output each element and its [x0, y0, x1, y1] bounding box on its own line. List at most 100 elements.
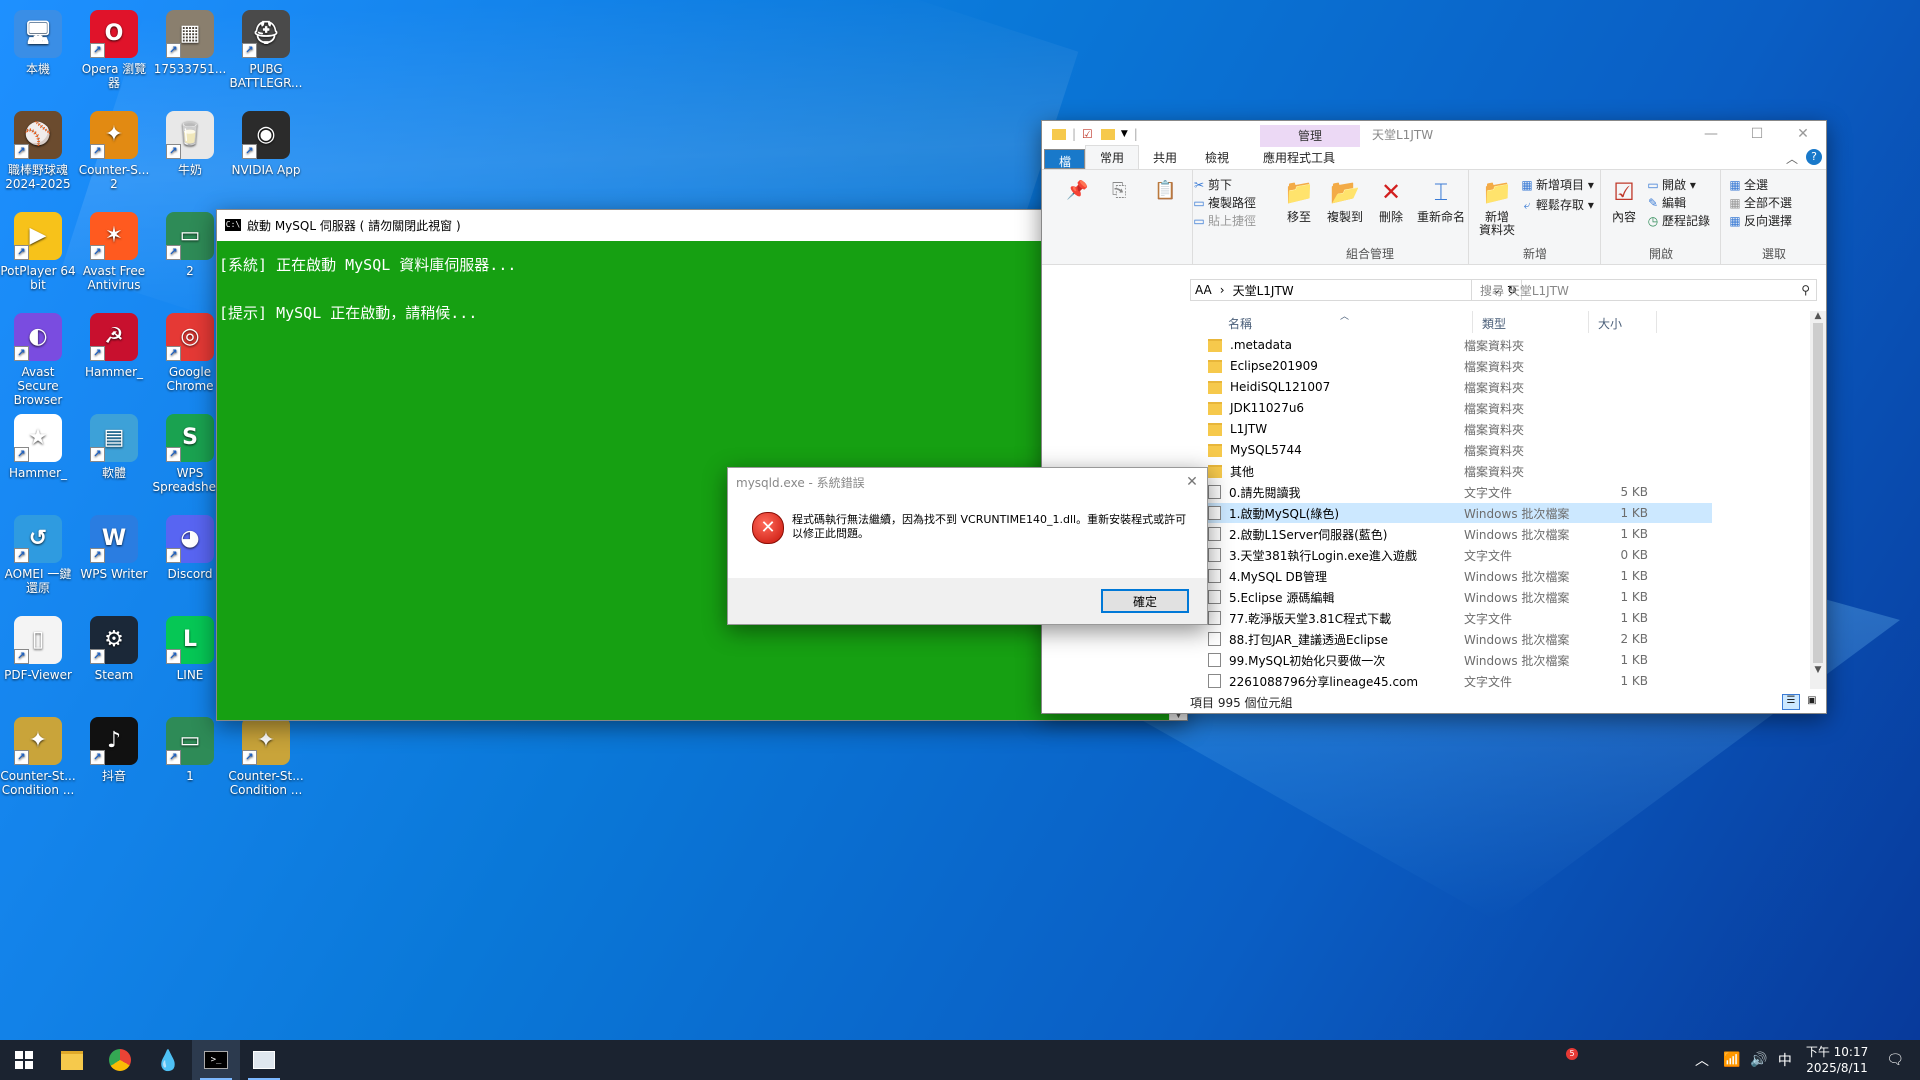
file-row[interactable]: 1.啟動MySQL(綠色) Windows 批次檔案 1 KB — [1202, 503, 1712, 523]
copy-path-button[interactable]: ▭ 複製路徑 — [1192, 194, 1256, 211]
maximize-button[interactable]: ☐ — [1734, 119, 1780, 149]
tab-home[interactable]: 常用 — [1085, 145, 1140, 169]
show-hidden-icons-chevron-icon[interactable]: ︿ — [1695, 1050, 1709, 1070]
desktop-icon[interactable]: ☭ ↗ Hammer_ — [76, 313, 152, 379]
desktop-icon[interactable]: ⚙ ↗ Steam — [76, 616, 152, 682]
desktop-icon[interactable]: 🖥 本機 — [0, 10, 76, 76]
app-drop-taskbar-button[interactable]: 💧 — [144, 1040, 192, 1080]
desktop-icon[interactable]: ✦ ↗ Counter-St... Condition ... — [0, 717, 76, 797]
quick-access-folder-icon[interactable] — [1052, 128, 1066, 140]
properties-check-icon[interactable]: ☑ — [1082, 127, 1093, 141]
desktop-icon[interactable]: ▭ ↗ 1 — [152, 717, 228, 783]
chrome-taskbar-button[interactable] — [96, 1040, 144, 1080]
column-size[interactable]: 大小 — [1598, 315, 1622, 332]
file-list-scrollbar[interactable]: ▲ ▼ — [1810, 311, 1826, 689]
explorer-titlebar[interactable]: | ☑ ▼ | 管理 天堂L1JTW — ☐ ✕ — [1042, 121, 1826, 147]
file-row[interactable]: 4.MySQL DB管理 Windows 批次檔案 1 KB — [1202, 566, 1712, 586]
history-button[interactable]: ◷ 歷程記錄 — [1646, 212, 1710, 229]
customize-qa-chevron-icon[interactable]: ▼ — [1121, 129, 1128, 139]
desktop-icon[interactable]: ▤ ↗ 軟體 — [76, 414, 152, 480]
address-parent[interactable]: AA — [1195, 283, 1212, 297]
desktop-icon[interactable]: ⚾ ↗ 職棒野球魂 2024-2025 — [0, 111, 76, 191]
file-row[interactable]: MySQL5744 檔案資料夾 — [1202, 440, 1712, 460]
paste-shortcut-button[interactable]: ▭ 貼上捷徑 — [1192, 212, 1256, 229]
file-row[interactable]: 77.乾淨版天堂3.81C程式下載 文字文件 1 KB — [1202, 608, 1712, 628]
desktop-icon[interactable]: ↺ ↗ AOMEI 一鍵還原 — [0, 515, 76, 595]
desktop-icon[interactable]: ⛑ ↗ PUBG BATTLEGR... — [228, 10, 304, 90]
search-box[interactable]: 搜尋 天堂L1JTW ⚲ — [1471, 279, 1817, 301]
rename-button[interactable]: ⌶ 重新命名 — [1414, 176, 1468, 224]
new-folder-qa-icon[interactable] — [1100, 128, 1115, 140]
volume-icon[interactable]: 🔊 — [1750, 1052, 1767, 1068]
cut-button[interactable]: ✂ 剪下 — [1192, 176, 1232, 193]
tab-view[interactable]: 檢視 — [1191, 146, 1243, 169]
desktop-icon[interactable]: ♪ ↗ 抖音 — [76, 717, 152, 783]
desktop-icon[interactable]: ◐ ↗ Avast Secure Browser — [0, 313, 76, 407]
network-icon[interactable]: 📶 — [1723, 1052, 1740, 1068]
file-row[interactable]: .metadata 檔案資料夾 — [1202, 335, 1712, 355]
column-name[interactable]: 名稱 — [1228, 315, 1252, 332]
file-row[interactable]: 99.MySQL初始化只要做一次 Windows 批次檔案 1 KB — [1202, 650, 1712, 670]
ok-button[interactable]: 確定 — [1101, 589, 1189, 613]
collapse-ribbon-icon[interactable]: ︿ — [1786, 150, 1798, 167]
desktop-icon[interactable]: ✦ ↗ Counter-St... Condition ... — [228, 717, 304, 797]
desktop-icon[interactable]: ▯ ↗ PDF-Viewer — [0, 616, 76, 682]
desktop-icon[interactable]: ◉ ↗ NVIDIA App — [228, 111, 304, 177]
tab-file[interactable]: 檔案 — [1044, 149, 1085, 186]
file-explorer-taskbar-button[interactable] — [48, 1040, 96, 1080]
select-none-button[interactable]: ▦ 全部不選 — [1728, 194, 1792, 211]
desktop-icon[interactable]: ▶ ↗ PotPlayer 64 bit — [0, 212, 76, 292]
notification-badge[interactable]: 5 — [1566, 1048, 1578, 1060]
file-row[interactable]: 88.打包JAR_建議透過Eclipse Windows 批次檔案 2 KB — [1202, 629, 1712, 649]
dialog-titlebar[interactable]: mysqld.exe - 系統錯誤 ✕ — [728, 468, 1207, 496]
scroll-thumb[interactable] — [1813, 323, 1823, 663]
edit-button[interactable]: ✎ 編輯 — [1646, 194, 1686, 211]
start-button[interactable] — [0, 1040, 48, 1080]
clock[interactable]: 下午 10:17 2025/8/11 — [1806, 1044, 1868, 1076]
tab-app-tools[interactable]: 應用程式工具 — [1249, 146, 1349, 169]
scroll-up-arrow-icon[interactable]: ▲ — [1810, 311, 1826, 321]
action-center-icon[interactable]: 🗨 — [1886, 1052, 1904, 1068]
file-row[interactable]: 其他 檔案資料夾 — [1202, 461, 1712, 481]
address-current[interactable]: 天堂L1JTW — [1233, 282, 1294, 299]
search-input[interactable]: 搜尋 天堂L1JTW — [1480, 282, 1801, 299]
help-icon[interactable]: ? — [1806, 149, 1822, 165]
invert-selection-button[interactable]: ▦ 反向選擇 — [1728, 212, 1792, 229]
scroll-down-arrow-icon[interactable]: ▼ — [1810, 665, 1826, 675]
properties-button[interactable]: ☑ 內容 — [1604, 176, 1644, 224]
select-all-button[interactable]: ▦ 全選 — [1728, 176, 1768, 193]
file-row[interactable]: JDK11027u6 檔案資料夾 — [1202, 398, 1712, 418]
file-row[interactable]: 0.請先閱讀我 文字文件 5 KB — [1202, 482, 1712, 502]
close-button[interactable]: ✕ — [1780, 119, 1826, 149]
error-dialog[interactable]: mysqld.exe - 系統錯誤 ✕ ✕ 程式碼執行無法繼續，因為找不到 VC… — [727, 467, 1208, 625]
pin-icon[interactable]: 📌 — [1066, 180, 1088, 201]
easy-access-button[interactable]: ⤶ 輕鬆存取 ▾ — [1520, 196, 1594, 213]
paste-icon[interactable]: 📋 — [1154, 180, 1176, 201]
close-button[interactable]: ✕ — [1177, 474, 1207, 490]
copy-icon[interactable]: ⎘ — [1112, 180, 1126, 201]
details-view-icon[interactable]: ☰ — [1782, 694, 1800, 710]
minimize-button[interactable]: — — [1688, 119, 1734, 149]
desktop-icon[interactable]: O ↗ Opera 瀏覽器 — [76, 10, 152, 90]
window-taskbar-button[interactable] — [240, 1040, 288, 1080]
file-row[interactable]: 5.Eclipse 源碼編輯 Windows 批次檔案 1 KB — [1202, 587, 1712, 607]
column-type[interactable]: 類型 — [1482, 315, 1506, 332]
desktop-icon[interactable]: ✦ ↗ Counter-S... 2 — [76, 111, 152, 191]
file-row[interactable]: Eclipse201909 檔案資料夾 — [1202, 356, 1712, 376]
desktop-icon[interactable]: ▦ ↗ 17533751... — [152, 10, 228, 76]
file-row[interactable]: L1JTW 檔案資料夾 — [1202, 419, 1712, 439]
desktop-icon[interactable]: W ↗ WPS Writer — [76, 515, 152, 581]
copy-to-button[interactable]: 📂 複製到 — [1322, 176, 1368, 224]
delete-button[interactable]: ✕ 刪除 — [1368, 176, 1414, 224]
new-item-button[interactable]: ▦ 新增項目 ▾ — [1520, 176, 1594, 193]
desktop-icon[interactable]: ★ ↗ Hammer_ — [0, 414, 76, 480]
desktop-icon[interactable]: ✶ ↗ Avast Free Antivirus — [76, 212, 152, 292]
open-button[interactable]: ▭ 開啟 ▾ — [1646, 176, 1696, 193]
cmd-taskbar-button[interactable]: >_ — [192, 1040, 240, 1080]
file-row[interactable]: 2261088796分享lineage45.com 文字文件 1 KB — [1202, 671, 1712, 691]
file-row[interactable]: 2.啟動L1Server伺服器(藍色) Windows 批次檔案 1 KB — [1202, 524, 1712, 544]
move-to-button[interactable]: 📁 移至 — [1276, 176, 1322, 224]
ime-indicator[interactable]: 中 — [1778, 1050, 1792, 1070]
new-folder-button[interactable]: 📁 新增 資料夾 — [1474, 176, 1520, 237]
tab-share[interactable]: 共用 — [1139, 146, 1191, 169]
